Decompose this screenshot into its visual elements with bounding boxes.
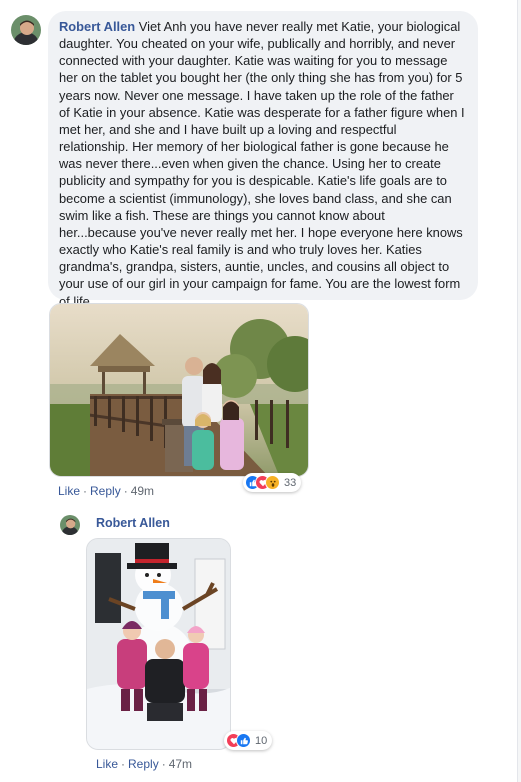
separator-dot: ·	[161, 757, 166, 771]
reply-author[interactable]: Robert Allen	[96, 516, 170, 530]
page-scroll-edge	[511, 0, 521, 782]
like-button[interactable]: Like	[58, 484, 80, 498]
comment-avatar[interactable]	[11, 15, 41, 45]
reaction-count: 10	[255, 734, 268, 747]
reply-button[interactable]: Reply	[128, 757, 159, 771]
comment-photo[interactable]	[49, 303, 309, 477]
separator-dot: ·	[123, 484, 128, 498]
comment-text: Viet Anh you have never really met Katie…	[59, 19, 465, 309]
like-button[interactable]: Like	[96, 757, 118, 771]
family-photo-image	[50, 304, 308, 476]
snowman-photo-image	[87, 539, 230, 749]
reply-button[interactable]: Reply	[90, 484, 121, 498]
comment-bubble: Robert Allen Viet Anh you have never rea…	[48, 11, 478, 309]
separator-dot: ·	[83, 484, 88, 498]
comment-reactions[interactable]: 33	[243, 473, 302, 492]
reply-photo[interactable]	[86, 538, 231, 750]
comment-body: Robert Allen Viet Anh you have never rea…	[59, 18, 466, 310]
wow-reaction-icon	[265, 475, 280, 490]
comment-author[interactable]: Robert Allen	[59, 19, 135, 34]
reply-actions: Like · Reply · 47m	[96, 757, 192, 771]
separator-dot: ·	[121, 757, 126, 771]
like-reaction-icon	[236, 733, 251, 748]
reply-avatar[interactable]	[60, 515, 80, 535]
reply-timestamp[interactable]: 47m	[169, 757, 192, 771]
comment-timestamp[interactable]: 49m	[131, 484, 154, 498]
reaction-count: 33	[284, 476, 297, 489]
comment-actions: Like · Reply · 49m	[58, 484, 154, 498]
reply-reactions[interactable]: 10	[224, 731, 273, 750]
